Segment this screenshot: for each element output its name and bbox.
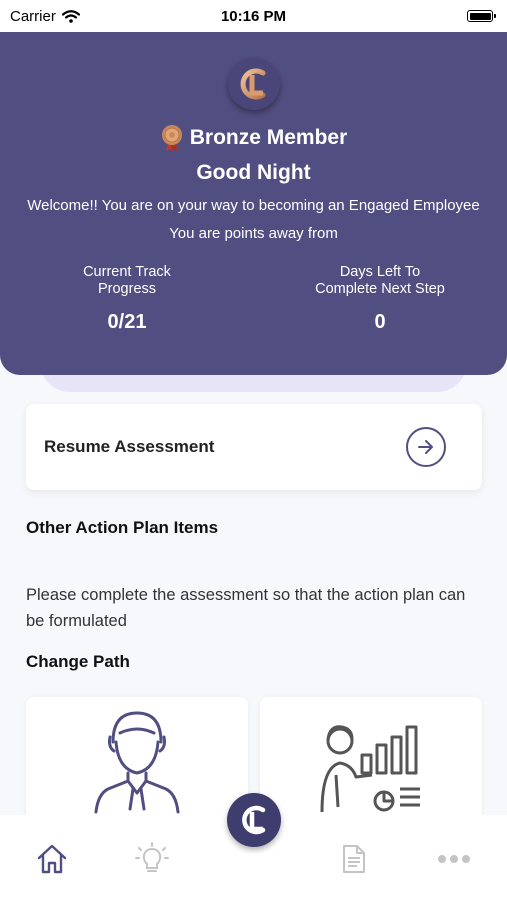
track-progress-label-line1: Current Track [83,264,171,280]
lightbulb-icon [135,842,169,872]
track-progress-value: 0/21 [107,311,147,333]
cl-logo-icon [242,805,266,835]
arrow-right-circle-icon[interactable] [406,427,446,467]
wifi-icon [61,9,80,23]
track-progress-stat: Current Track Progress 0/21 [27,264,227,334]
battery-icon [467,10,496,22]
status-left: Carrier [10,8,80,25]
resume-assessment-label: Resume Assessment [44,437,215,456]
more-dots-icon [438,855,470,863]
tab-ideas[interactable] [134,841,170,877]
days-left-value: 0 [374,311,386,333]
days-left-label: Days Left To Complete Next Step [280,264,480,298]
days-left-stat: Days Left To Complete Next Step 0 [280,264,480,334]
member-level-label: Bronze Member [189,126,348,149]
tab-more[interactable] [436,841,472,877]
change-path-title: Change Path [26,652,130,671]
days-left-label-line2: Complete Next Step [315,281,445,297]
document-icon [343,845,365,873]
points-text: You are points away from [169,225,338,242]
action-plan-title: Other Action Plan Items [26,518,219,537]
greeting-text: Good Night [196,161,311,184]
tab-documents[interactable] [336,841,372,877]
welcome-text: Welcome!! You are on your way to becomin… [27,197,480,214]
cl-logo-icon [228,58,280,110]
days-left-label-line1: Days Left To [339,264,421,280]
track-progress-label: Current Track Progress [27,264,227,298]
home-icon [37,844,67,874]
header-panel: Bronze Member Good Night Welcome!! You a… [0,32,507,375]
resume-assessment-card[interactable]: Resume Assessment [26,404,482,490]
member-level-row: Bronze Member [0,124,507,152]
bronze-medal-icon [161,125,182,151]
center-logo-button[interactable] [227,793,281,847]
carrier-label: Carrier [10,7,56,25]
track-progress-label-line2: Progress [97,281,157,297]
status-bar: Carrier 10:16 PM [0,0,507,32]
tab-home[interactable] [34,841,70,877]
action-plan-message: Please complete the assessment so that t… [26,586,466,630]
